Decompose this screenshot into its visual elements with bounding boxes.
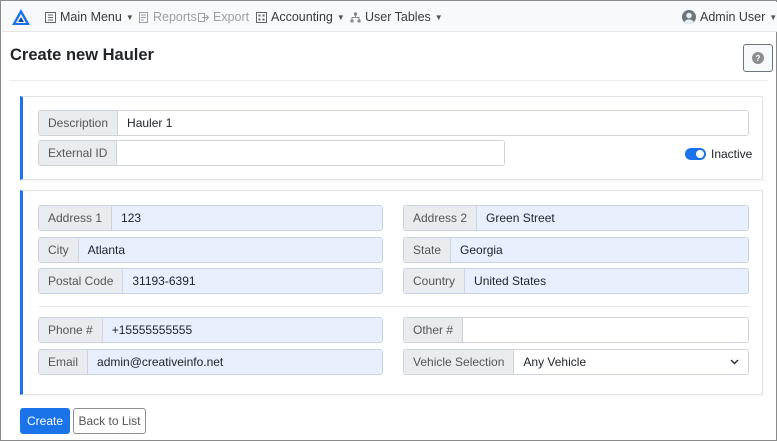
chevron-down-icon: ▼	[125, 12, 134, 22]
app-window: Main Menu ▼ Reports Export Accounting ▼ …	[0, 0, 777, 441]
vehicle-selection-select[interactable]: Any Vehicle	[514, 350, 748, 374]
email-field[interactable]: Email admin@creativeinfo.net	[38, 349, 383, 375]
address1-field[interactable]: Address 1 123	[38, 205, 383, 231]
nav-user-tables[interactable]: User Tables ▼	[350, 2, 443, 32]
country-label: Country	[404, 269, 466, 293]
nav-accounting[interactable]: Accounting ▼	[256, 2, 345, 32]
postal-code-field[interactable]: Postal Code 31193-6391	[38, 268, 383, 294]
state-label: State	[404, 238, 452, 262]
nav-user-tables-label: User Tables	[365, 10, 431, 24]
nav-main-menu[interactable]: Main Menu ▼	[45, 2, 134, 32]
address1-input[interactable]: 123	[112, 206, 382, 230]
nav-reports[interactable]: Reports	[138, 2, 197, 32]
table-tree-icon	[350, 12, 361, 22]
nav-user-label: Admin User	[700, 10, 766, 24]
phone-input[interactable]: +15555555555	[102, 318, 382, 342]
inactive-toggle[interactable]: Inactive	[685, 147, 752, 161]
nav-reports-label: Reports	[153, 10, 197, 24]
nav-accounting-label: Accounting	[271, 10, 333, 24]
top-navbar: Main Menu ▼ Reports Export Accounting ▼ …	[2, 2, 777, 32]
email-label: Email	[39, 350, 89, 374]
city-input[interactable]: Atlanta	[78, 238, 382, 262]
inactive-switch[interactable]	[685, 148, 706, 160]
inactive-label: Inactive	[711, 147, 753, 161]
chevron-down-icon: ▼	[336, 12, 345, 22]
address-contact-card: Address 1 123 Address 2 Green Street Cit…	[20, 190, 763, 395]
create-button[interactable]: Create	[20, 408, 70, 434]
app-logo-icon[interactable]	[11, 8, 31, 26]
address1-label: Address 1	[39, 206, 113, 230]
nav-export[interactable]: Export	[198, 2, 249, 32]
chevron-down-icon: ▼	[769, 12, 777, 22]
title-divider	[10, 80, 768, 81]
state-field[interactable]: State Georgia	[403, 237, 749, 263]
nav-user-menu[interactable]: Admin User ▼	[682, 2, 777, 32]
address2-input[interactable]: Green Street	[477, 206, 748, 230]
other-phone-field[interactable]: Other #	[403, 317, 749, 343]
description-field[interactable]: Description Hauler 1	[38, 110, 749, 136]
other-phone-label: Other #	[404, 318, 464, 342]
report-icon	[139, 11, 148, 23]
vehicle-selection-value: Any Vehicle	[523, 355, 587, 369]
calculator-icon	[256, 11, 267, 23]
external-id-input[interactable]	[117, 141, 504, 165]
general-info-card: Description Hauler 1 External ID Inactiv…	[20, 96, 763, 180]
external-id-field[interactable]: External ID	[38, 140, 505, 166]
email-input[interactable]: admin@creativeinfo.net	[88, 350, 382, 374]
back-to-list-button[interactable]: Back to List	[73, 408, 146, 434]
city-field[interactable]: City Atlanta	[38, 237, 383, 263]
description-input[interactable]: Hauler 1	[118, 111, 748, 135]
city-label: City	[39, 238, 79, 262]
question-icon: ?	[752, 52, 764, 64]
postal-code-label: Postal Code	[39, 269, 124, 293]
address2-field[interactable]: Address 2 Green Street	[403, 205, 749, 231]
section-divider	[39, 306, 749, 307]
phone-field[interactable]: Phone # +15555555555	[38, 317, 383, 343]
page-title: Create new Hauler	[10, 46, 154, 64]
vehicle-selection-field[interactable]: Vehicle Selection Any Vehicle	[403, 349, 749, 375]
export-icon	[198, 12, 209, 22]
state-input[interactable]: Georgia	[451, 238, 748, 262]
other-phone-input[interactable]	[463, 318, 748, 342]
user-avatar-icon	[682, 10, 696, 24]
phone-label: Phone #	[39, 318, 103, 342]
chevron-down-icon: ▼	[434, 12, 443, 22]
help-button[interactable]: ?	[743, 44, 773, 72]
vehicle-selection-label: Vehicle Selection	[404, 350, 515, 374]
description-label: Description	[39, 111, 119, 135]
address2-label: Address 2	[404, 206, 478, 230]
menu-icon	[45, 11, 56, 23]
postal-code-input[interactable]: 31193-6391	[123, 269, 382, 293]
external-id-label: External ID	[39, 141, 118, 165]
country-field[interactable]: Country United States	[403, 268, 749, 294]
nav-export-label: Export	[213, 10, 250, 24]
country-input[interactable]: United States	[465, 269, 748, 293]
nav-main-menu-label: Main Menu	[60, 10, 122, 24]
chevron-down-icon	[730, 359, 739, 365]
